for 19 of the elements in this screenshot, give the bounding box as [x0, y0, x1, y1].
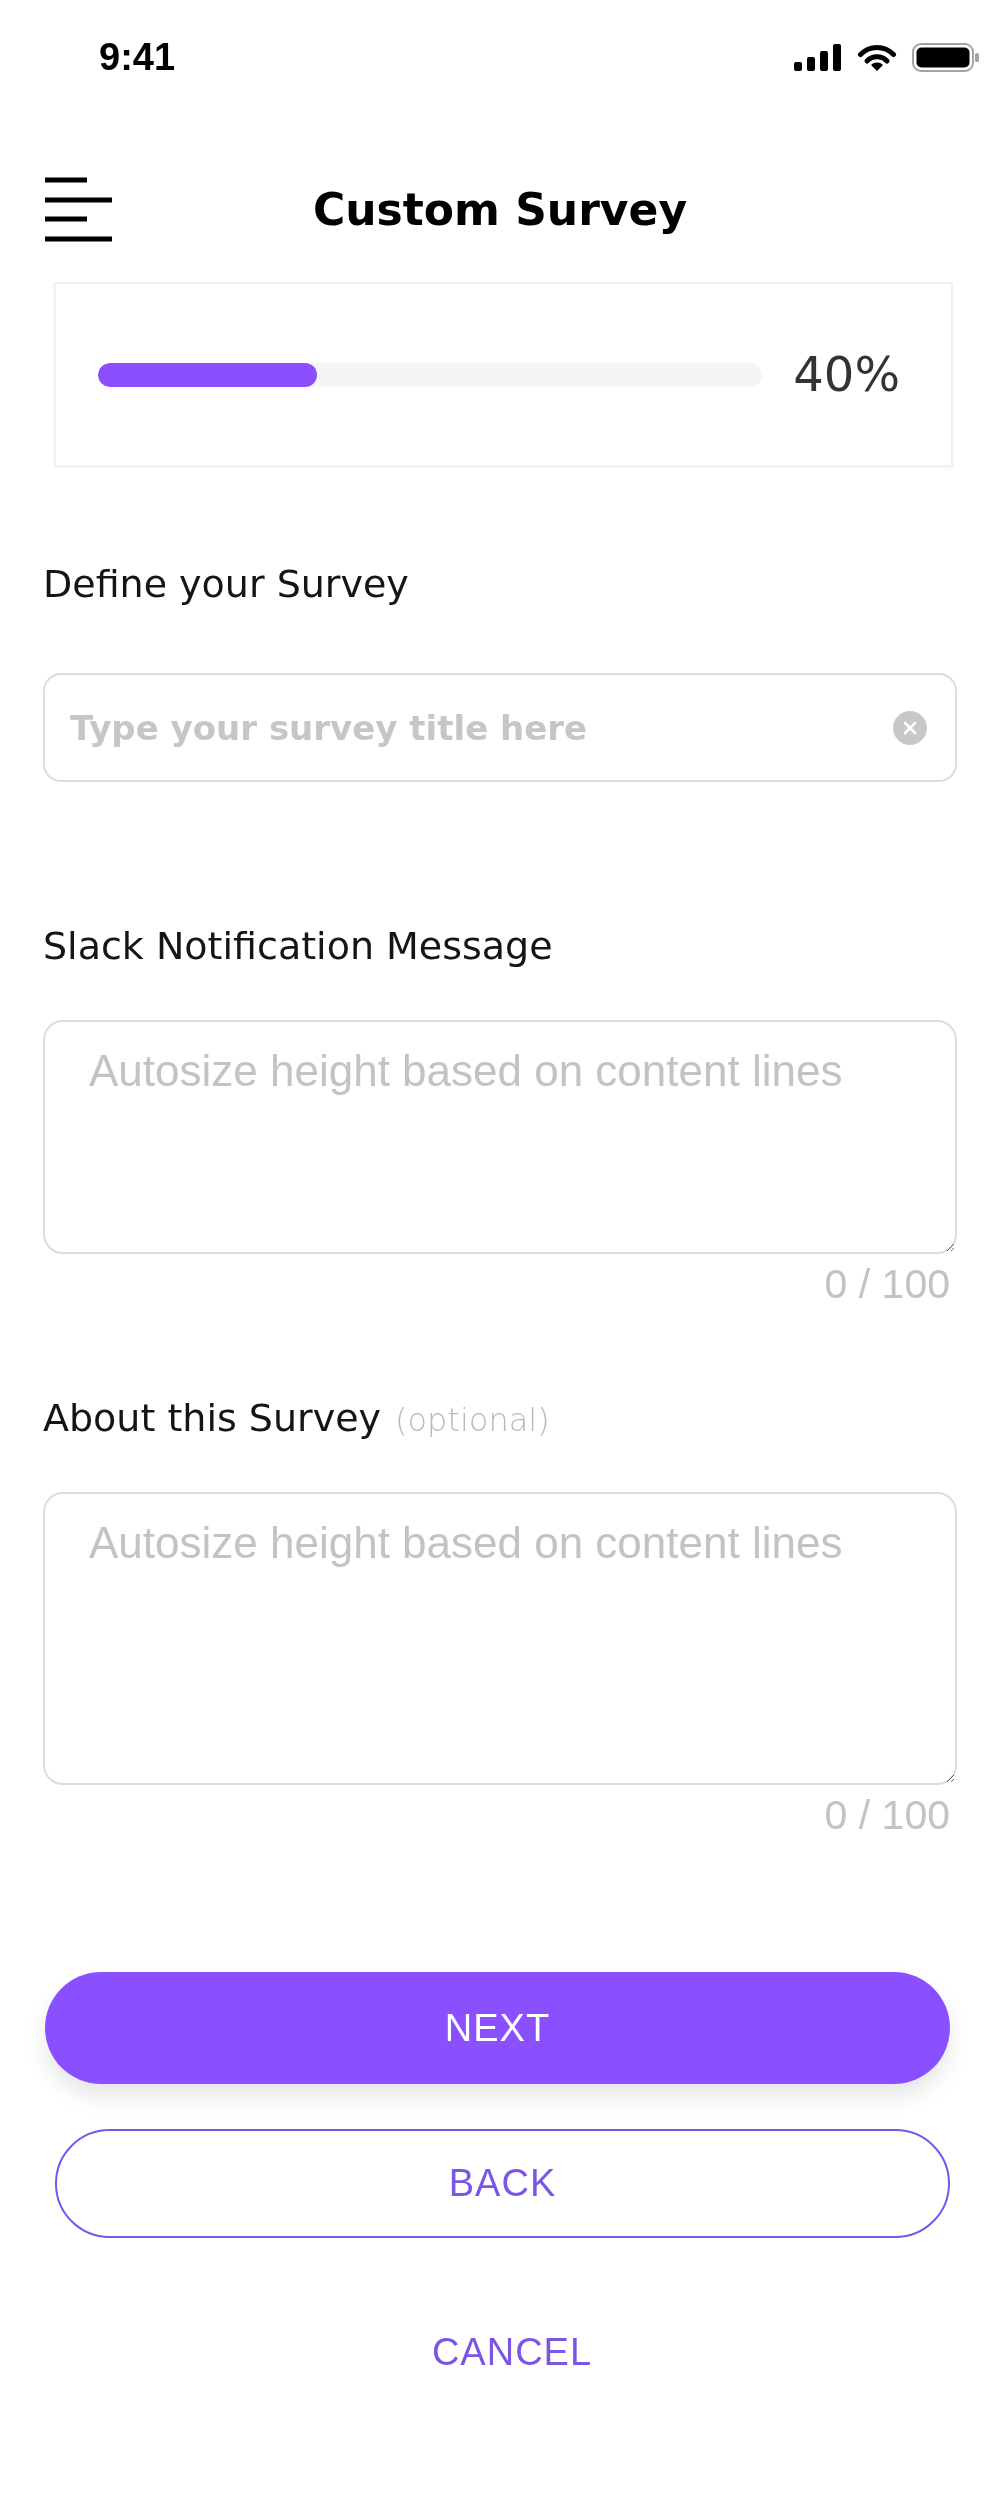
text-area-field[interactable]: Autosize height based on content lines [43, 1020, 957, 1254]
text-button[interactable]: CANCEL [427, 2327, 597, 2377]
optional-hint: (optional) [395, 1400, 550, 1441]
primary-button[interactable]: NEXT [45, 1972, 950, 2084]
field-label: Slack Notification Message [43, 923, 553, 970]
field-label: About this Survey [43, 1395, 382, 1442]
status-time: 9:41 [99, 38, 176, 76]
text-input-field[interactable]: Type your survey title here [43, 673, 957, 782]
outline-button[interactable]: BACK [55, 2129, 950, 2238]
character-counter: 0 / 100 [824, 1264, 950, 1304]
signal-icon [794, 43, 842, 71]
page-title: Custom Survey [312, 183, 688, 237]
field-label: Define your Survey [43, 561, 409, 608]
wifi-icon [857, 42, 897, 72]
character-counter: 0 / 100 [824, 1795, 950, 1835]
menu-icon[interactable] [45, 177, 112, 243]
battery-icon [912, 42, 979, 72]
progress-percent: 40% [793, 345, 900, 404]
text-area-field[interactable]: Autosize height based on content lines [43, 1492, 957, 1785]
